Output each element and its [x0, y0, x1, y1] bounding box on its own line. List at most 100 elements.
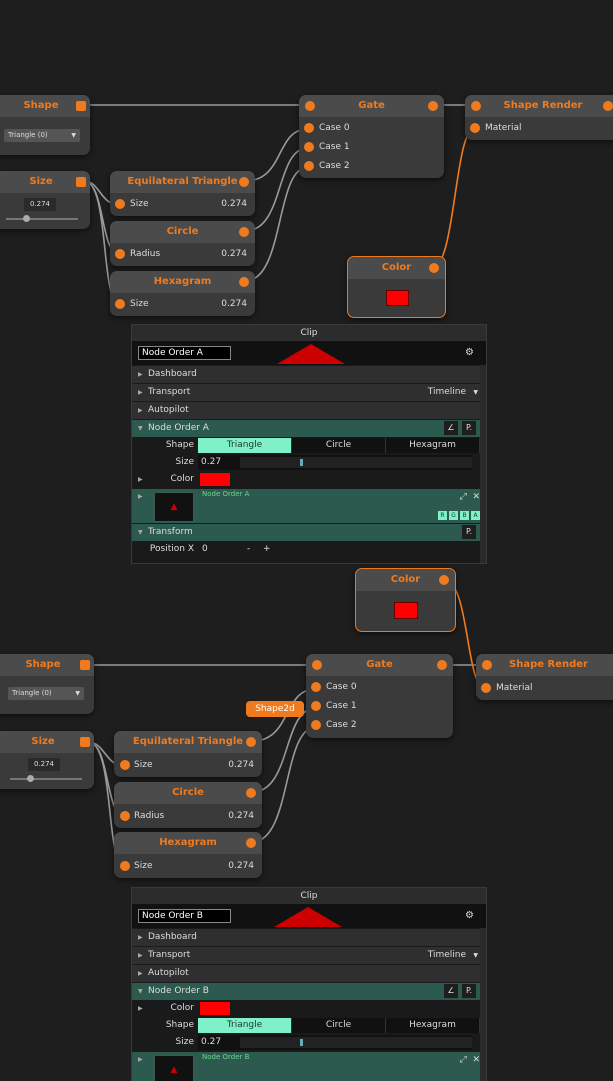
close-icon[interactable]: ✕ [472, 1055, 480, 1065]
shape-render-node[interactable]: Shape Render Material [476, 654, 613, 700]
port-value[interactable]: 0.274 [221, 245, 247, 264]
preview-thumbnail[interactable]: ▲ [154, 1055, 194, 1081]
shape-node[interactable]: Shape Triangle (0) ▼ [0, 654, 94, 714]
input-port[interactable] [312, 660, 322, 670]
shape-segmented-control[interactable]: Triangle Circle Hexagram [198, 438, 480, 453]
output-port[interactable] [246, 788, 256, 798]
increment-button[interactable]: + [263, 541, 271, 558]
circle-node[interactable]: Circle Radius 0.274 [110, 221, 255, 266]
equilateral-triangle-node[interactable]: Equilateral Triangle Size 0.274 [114, 731, 262, 777]
option-triangle[interactable]: Triangle [198, 438, 292, 453]
shape-segmented-control[interactable]: Triangle Circle Hexagram [198, 1018, 480, 1033]
gear-icon[interactable]: ⚙ [465, 347, 474, 358]
channel-r-button[interactable]: R [438, 511, 447, 520]
input-port[interactable] [304, 161, 314, 171]
group-node-order[interactable]: ▼ Node Order B ∠ P. [132, 983, 486, 1000]
output-port[interactable] [246, 737, 256, 747]
edit-icon[interactable]: ∠ [444, 421, 458, 435]
preview-thumbnail[interactable]: ▲ [154, 492, 194, 522]
gate-node[interactable]: Gate Case 0 Case 1 Case 2 [306, 654, 453, 738]
group-transform[interactable]: ▼ Transform P. [132, 524, 486, 541]
port-value[interactable]: 0.274 [228, 756, 254, 775]
option-hexagram[interactable]: Hexagram [386, 438, 480, 453]
group-dashboard[interactable]: ▶ Dashboard [132, 929, 486, 946]
output-port[interactable] [239, 177, 249, 187]
shape-render-node[interactable]: Shape Render Material [465, 95, 613, 140]
scrollbar[interactable] [480, 928, 486, 1081]
size-slider[interactable] [10, 778, 82, 780]
hexagram-node[interactable]: Hexagram Size 0.274 [114, 832, 262, 878]
port-value[interactable]: 0.274 [221, 195, 247, 214]
close-icon[interactable]: ✕ [472, 492, 480, 502]
decrement-button[interactable]: - [247, 541, 250, 558]
channel-a-button[interactable]: A [471, 511, 480, 520]
group-node-order[interactable]: ▼ Node Order A ∠ P. [132, 420, 486, 437]
output-port[interactable] [603, 101, 613, 111]
input-port[interactable] [311, 720, 321, 730]
channel-b-button[interactable]: B [460, 511, 469, 520]
input-port[interactable] [305, 101, 315, 111]
port-value[interactable]: 0.274 [221, 295, 247, 314]
size-node[interactable]: Size 0.274 [0, 171, 90, 229]
output-port[interactable] [76, 177, 86, 187]
input-port[interactable] [120, 861, 130, 871]
input-port[interactable] [304, 142, 314, 152]
output-port[interactable] [428, 101, 438, 111]
size-slider-handle[interactable] [23, 215, 30, 222]
transport-mode-select[interactable]: Timeline ▼ [428, 947, 478, 964]
input-port[interactable] [471, 101, 481, 111]
size-number-slider[interactable]: 0.27 [198, 455, 472, 470]
group-transport[interactable]: ▶ Transport Timeline ▼ [132, 384, 486, 401]
option-circle[interactable]: Circle [292, 438, 386, 453]
input-port[interactable] [311, 682, 321, 692]
circle-node[interactable]: Circle Radius 0.274 [114, 782, 262, 828]
expand-icon[interactable]: ⤢ [460, 1055, 467, 1065]
option-hexagram[interactable]: Hexagram [386, 1018, 480, 1033]
shape-node[interactable]: Shape Triangle (0) ▼ [0, 95, 90, 155]
group-autopilot[interactable]: ▶ Autopilot [132, 402, 486, 419]
position-x-value[interactable]: 0 [202, 541, 208, 558]
clip-name-input[interactable]: Node Order B [138, 909, 231, 923]
group-dashboard[interactable]: ▶ Dashboard [132, 366, 486, 383]
p-button[interactable]: P. [462, 984, 476, 998]
size-slider[interactable] [6, 218, 78, 220]
port-value[interactable]: 0.274 [228, 857, 254, 876]
expand-icon[interactable]: ⤢ [460, 492, 467, 502]
output-port[interactable] [429, 263, 439, 273]
gear-icon[interactable]: ⚙ [465, 910, 474, 921]
size-value-field[interactable]: 0.274 [28, 758, 60, 771]
color-swatch[interactable] [394, 602, 418, 619]
channel-g-button[interactable]: G [449, 511, 458, 520]
input-port[interactable] [311, 701, 321, 711]
input-port[interactable] [482, 660, 492, 670]
output-port[interactable] [246, 838, 256, 848]
color-swatch[interactable] [200, 473, 230, 486]
equilateral-triangle-node[interactable]: Equilateral Triangle Size 0.274 [110, 171, 255, 216]
size-value-field[interactable]: 0.274 [24, 198, 56, 211]
output-port[interactable] [239, 227, 249, 237]
output-port[interactable] [80, 660, 90, 670]
port-value[interactable]: 0.274 [228, 807, 254, 826]
option-circle[interactable]: Circle [292, 1018, 386, 1033]
edit-icon[interactable]: ∠ [444, 984, 458, 998]
input-port[interactable] [470, 123, 480, 133]
transport-mode-select[interactable]: Timeline ▼ [428, 384, 478, 401]
output-port[interactable] [439, 575, 449, 585]
output-port[interactable] [239, 277, 249, 287]
color-swatch[interactable] [386, 290, 409, 306]
shape-dropdown[interactable]: Triangle (0) ▼ [4, 129, 80, 142]
size-number-slider[interactable]: 0.27 [198, 1035, 472, 1050]
input-port[interactable] [115, 299, 125, 309]
size-node[interactable]: Size 0.274 [0, 731, 94, 789]
output-port[interactable] [80, 737, 90, 747]
input-port[interactable] [120, 760, 130, 770]
group-transport[interactable]: ▶ Transport Timeline ▼ [132, 947, 486, 964]
output-port[interactable] [76, 101, 86, 111]
input-port[interactable] [115, 249, 125, 259]
color-node[interactable]: Color [347, 256, 446, 318]
hexagram-node[interactable]: Hexagram Size 0.274 [110, 271, 255, 316]
group-autopilot[interactable]: ▶ Autopilot [132, 965, 486, 982]
p-button[interactable]: P. [462, 525, 476, 539]
shape-dropdown[interactable]: Triangle (0) ▼ [8, 687, 84, 700]
input-port[interactable] [120, 811, 130, 821]
